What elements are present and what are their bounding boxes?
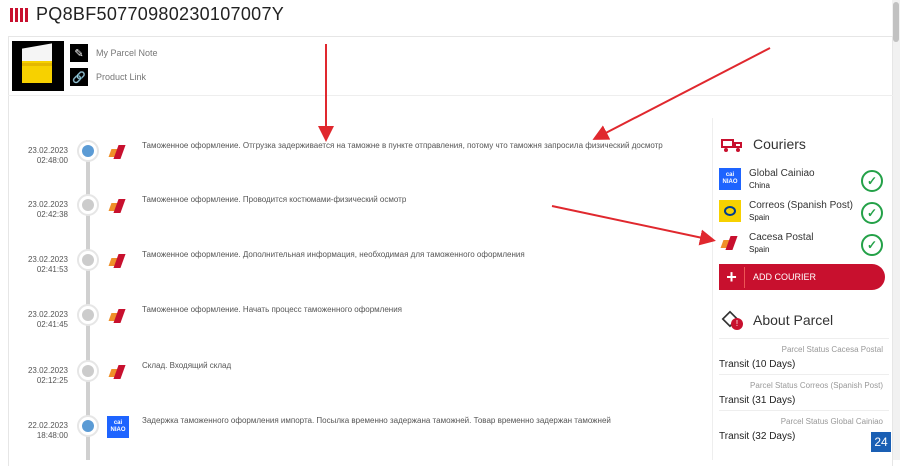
event-description: Таможенное оформление. Проводится костюм…: [142, 195, 407, 204]
timeline-node: [77, 140, 99, 162]
status-block: Parcel Status Cacesa Postal Transit (10 …: [719, 338, 889, 370]
status-block: Parcel Status Global Cainiao Transit (32…: [719, 410, 889, 442]
courier-name: Cacesa Postal: [749, 232, 814, 243]
notification-badge[interactable]: 24: [871, 432, 891, 452]
about-heading: ! About Parcel: [721, 310, 833, 330]
timeline-node: [77, 194, 99, 216]
correos-logo: [719, 200, 741, 222]
barcode-icon: [10, 8, 28, 22]
timeline-event: 23.02.2023 02:41:45 Таможенное оформление.…: [0, 304, 700, 344]
header-bar: PQ8BF50770980230107007Y: [0, 0, 900, 30]
timeline-event: 22.02.2023 18:48:00 cai NIAO Задержка тамож…: [0, 415, 700, 455]
timeline-event: 23.02.2023 02:41:53 Таможенное оформление.…: [0, 249, 700, 289]
plus-icon: +: [719, 266, 745, 288]
scrollbar-thumb[interactable]: [893, 2, 899, 42]
cainiao-logo: cai NIAO: [719, 168, 741, 190]
couriers-title: Couriers: [753, 136, 806, 152]
status-value: Transit (31 Days): [719, 395, 796, 406]
event-datetime: 23.02.2023 02:12:25: [27, 366, 68, 385]
cainiao-logo: cai NIAO: [107, 416, 129, 438]
parcel-info-icon: !: [721, 310, 743, 330]
timeline-event: 23.02.2023 02:48:00 Таможенное оформление.…: [0, 140, 700, 180]
courier-name: Global Cainiao: [749, 168, 815, 179]
event-description: Склад. Входящий склад: [142, 361, 232, 370]
courier-row-cacesa[interactable]: Cacesa Postal Spain ✓: [719, 232, 889, 264]
courier-row-cainiao[interactable]: cai NIAO Global Cainiao China ✓: [719, 168, 889, 200]
event-datetime: 23.02.2023 02:41:45: [27, 310, 68, 329]
couriers-heading: Couriers: [721, 136, 806, 152]
product-link-label: Product Link: [96, 72, 147, 82]
sidebar: Couriers cai NIAO Global Cainiao China ✓…: [712, 118, 892, 460]
event-description: Задержка таможенного оформления импорта.…: [142, 416, 611, 425]
cacesa-logo: [107, 141, 129, 163]
timeline-node: [77, 360, 99, 382]
event-description: Таможенное оформление. Отгрузка задержив…: [142, 141, 663, 150]
event-datetime: 23.02.2023 02:42:38: [27, 200, 68, 219]
timeline-node: [77, 249, 99, 271]
status-label: Parcel Status Cacesa Postal: [781, 345, 883, 354]
check-icon: ✓: [861, 170, 883, 192]
event-description: Таможенное оформление. Начать процесс та…: [142, 305, 403, 314]
parcel-note-label: My Parcel Note: [96, 48, 158, 58]
cacesa-logo: [107, 361, 129, 383]
link-icon: 🔗: [70, 68, 88, 86]
event-datetime: 23.02.2023 02:48:00: [27, 146, 68, 165]
parcel-note-link[interactable]: ✎ My Parcel Note: [70, 44, 158, 62]
status-block: Parcel Status Correos (Spanish Post) Tra…: [719, 374, 889, 406]
add-courier-button[interactable]: + ADD COURIER: [719, 264, 885, 290]
divider: [8, 95, 893, 96]
cacesa-logo: [719, 232, 741, 254]
event-datetime: 22.02.2023 18:48:00: [27, 421, 68, 440]
status-value: Transit (32 Days): [719, 431, 796, 442]
courier-country: China: [749, 181, 770, 190]
event-description: Таможенное оформление. Дополнительная ин…: [142, 250, 525, 259]
courier-country: Spain: [749, 245, 770, 254]
status-value: Transit (10 Days): [719, 359, 796, 370]
product-image: [12, 41, 64, 91]
status-label: Parcel Status Correos (Spanish Post): [750, 381, 883, 390]
cacesa-logo: [107, 250, 129, 272]
note-icon: ✎: [70, 44, 88, 62]
truck-icon: [721, 137, 743, 152]
timeline-line: [86, 140, 90, 460]
cacesa-logo: [107, 195, 129, 217]
timeline-node: [77, 415, 99, 437]
check-icon: ✓: [861, 234, 883, 256]
add-courier-label: ADD COURIER: [753, 272, 817, 282]
courier-name: Correos (Spanish Post): [749, 200, 853, 211]
product-link[interactable]: 🔗 Product Link: [70, 68, 146, 86]
timeline-event: 23.02.2023 02:12:25 Склад. Входящий склад: [0, 360, 700, 400]
check-icon: ✓: [861, 202, 883, 224]
courier-row-correos[interactable]: Correos (Spanish Post) Spain ✓: [719, 200, 889, 232]
tracking-number: PQ8BF50770980230107007Y: [36, 4, 285, 24]
timeline-event: 23.02.2023 02:42:38 Таможенное оформление.…: [0, 194, 700, 234]
scrollbar[interactable]: [892, 0, 900, 460]
courier-country: Spain: [749, 213, 770, 222]
timeline-node: [77, 304, 99, 326]
cacesa-logo: [107, 305, 129, 327]
event-datetime: 23.02.2023 02:41:53: [27, 255, 68, 274]
about-title: About Parcel: [753, 312, 834, 328]
status-label: Parcel Status Global Cainiao: [780, 417, 883, 426]
